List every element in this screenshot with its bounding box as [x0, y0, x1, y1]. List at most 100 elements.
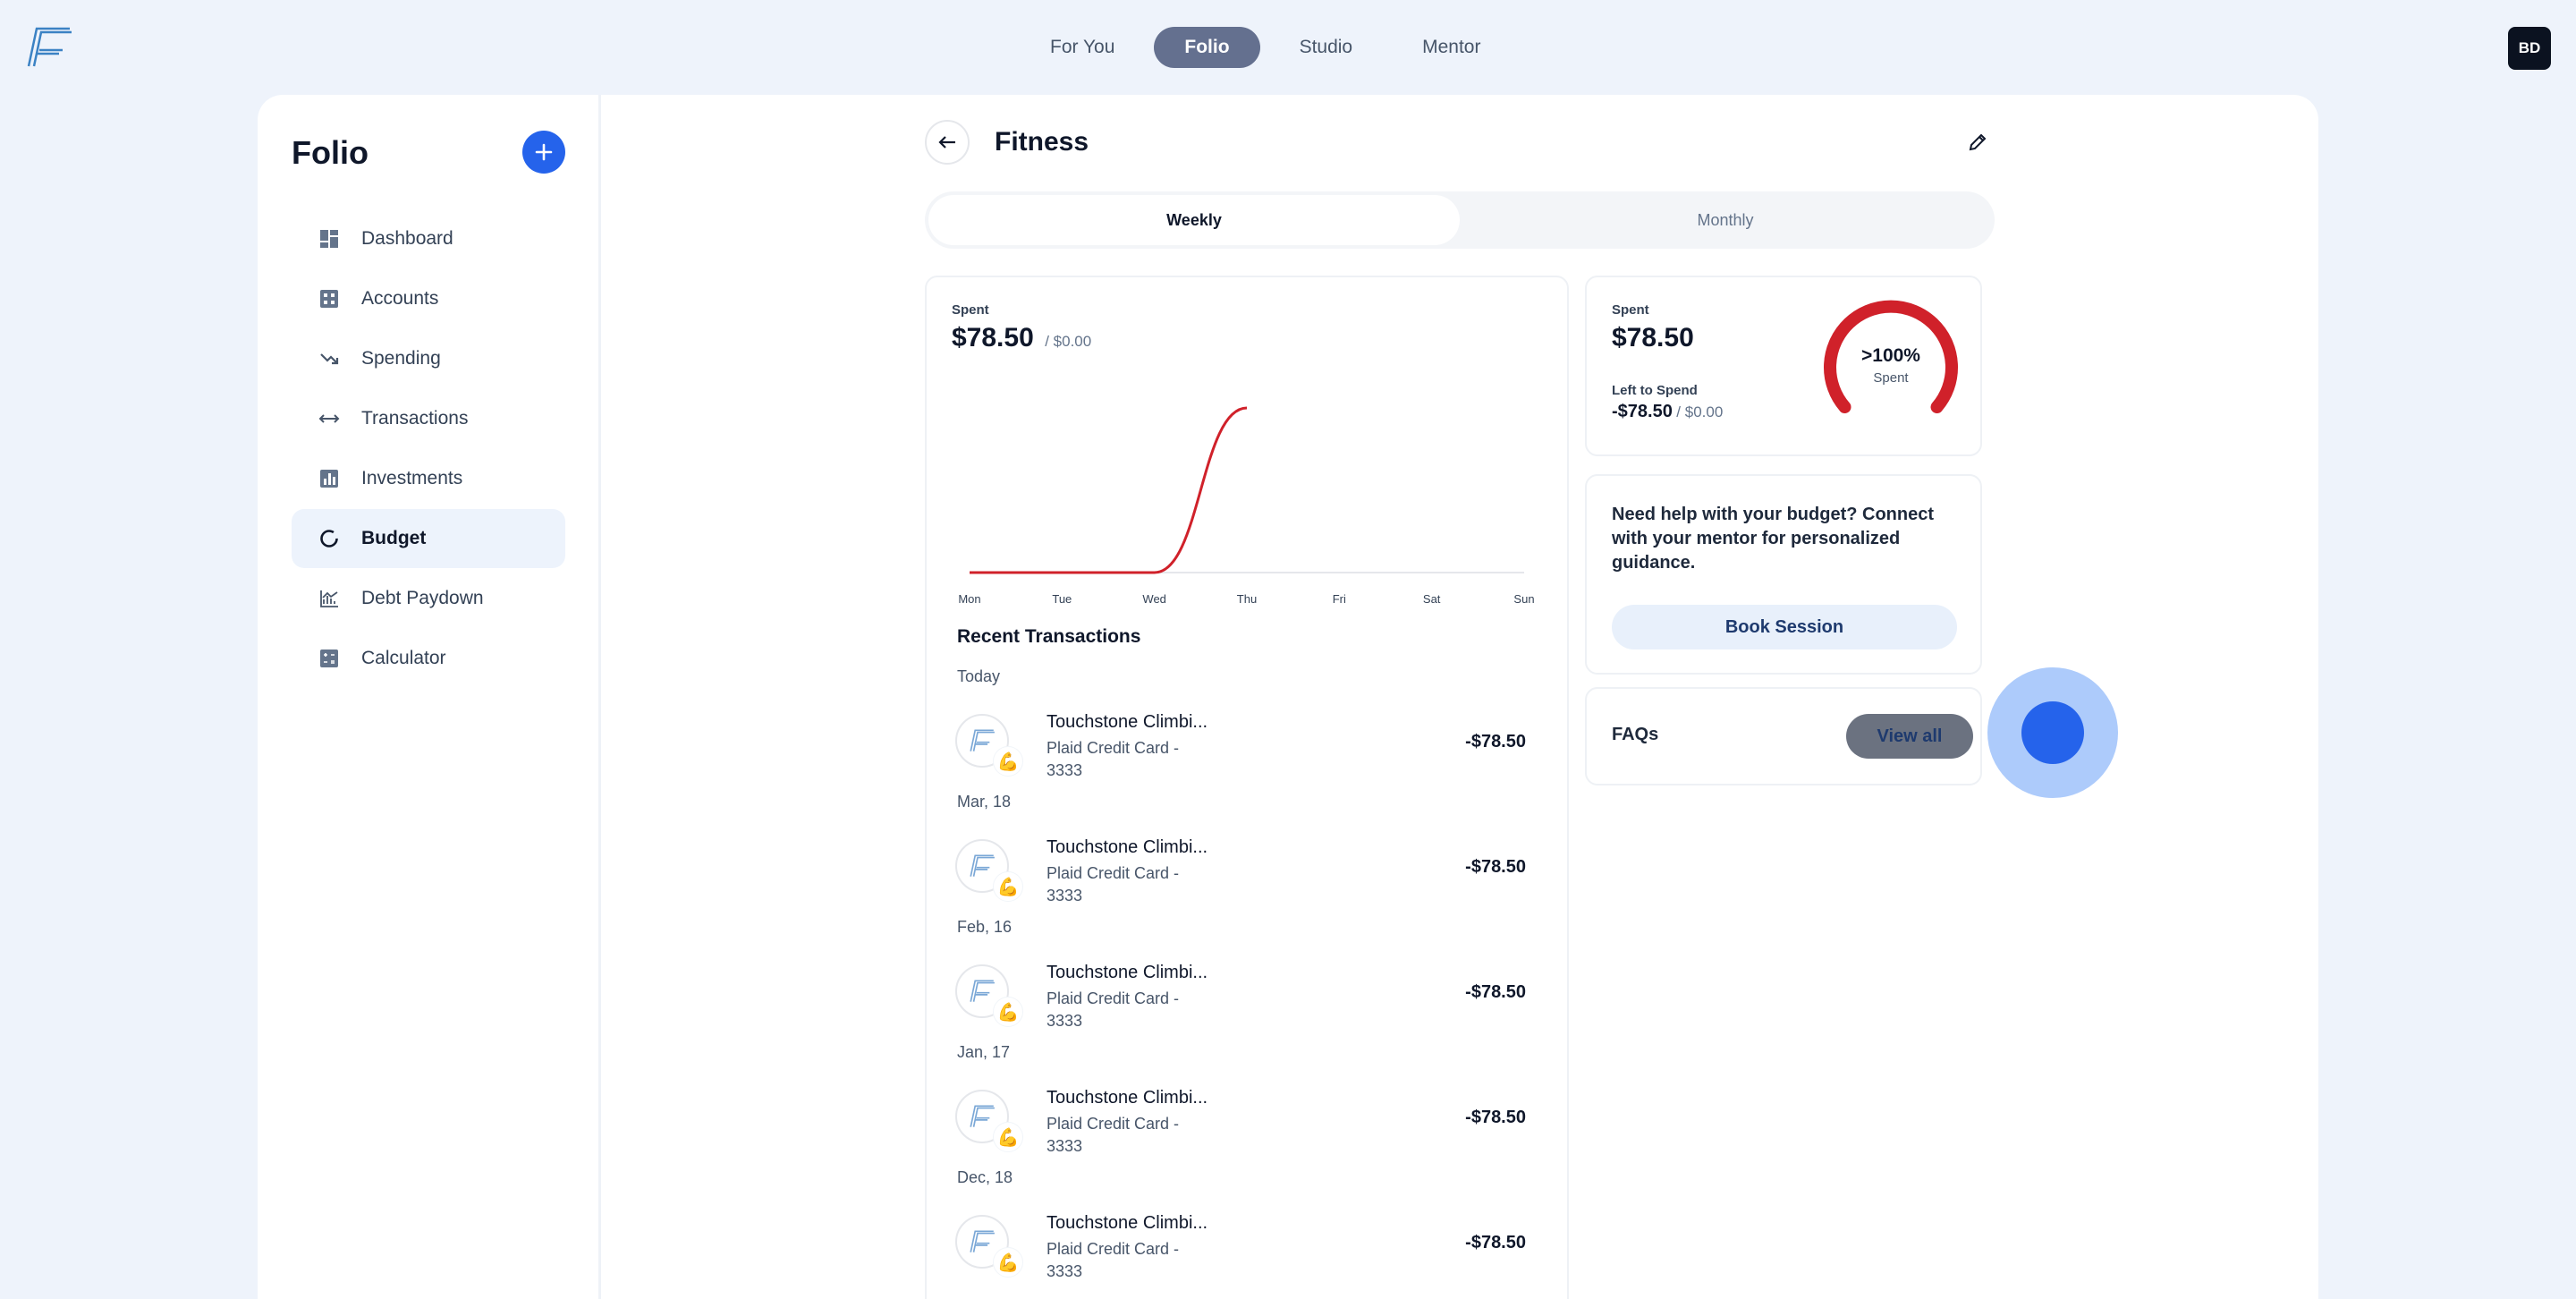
sidebar-item-investments[interactable]: Investments [292, 449, 565, 508]
back-button[interactable] [925, 120, 970, 165]
x-tick-label: Thu [1237, 592, 1257, 606]
transaction-merchant: Touchstone Climbi... [1046, 712, 1208, 732]
line-chart-icon [318, 588, 340, 609]
donut-icon [318, 528, 340, 549]
tab-for-you[interactable]: For You [1020, 27, 1145, 68]
page-title: Fitness [995, 127, 1089, 157]
gauge-spent-label: Spent [1612, 302, 1649, 318]
sidebar-item-label: Budget [361, 528, 427, 548]
pencil-icon [1969, 133, 1987, 151]
transaction-amount: -$78.50 [1465, 982, 1526, 1002]
accounts-icon [318, 288, 340, 310]
mentor-help-card: Need help with your budget? Connect with… [1585, 474, 1982, 675]
top-nav: For You Folio Studio Mentor [1020, 27, 1520, 68]
dashboard-icon [318, 228, 340, 250]
sidebar-nav: Dashboard Accounts Spending Transactions… [292, 209, 565, 689]
add-button[interactable] [522, 131, 565, 174]
bar-chart-icon [318, 468, 340, 489]
transaction-row[interactable]: 💪 Touchstone Climbi... Plaid Credit Card -… [927, 830, 1567, 916]
top-bar: For You Folio Studio Mentor BD [0, 0, 2576, 95]
arrows-horizontal-icon [318, 408, 340, 429]
sidebar-item-label: Dashboard [361, 228, 453, 249]
left-to-spend-budget: / $0.00 [1676, 403, 1724, 420]
sidebar-item-accounts[interactable]: Accounts [292, 269, 565, 328]
category-emoji-icon: 💪 [993, 997, 1023, 1027]
view-all-button[interactable]: View all [1846, 714, 1973, 759]
transaction-date-label: Jan, 17 [957, 1043, 1011, 1061]
sidebar: Folio Dashboard Accounts Spending Transa… [258, 95, 601, 1299]
faq-card: FAQs View all [1585, 687, 1982, 785]
book-session-button[interactable]: Book Session [1612, 605, 1957, 650]
spent-budget: / $0.00 [1045, 333, 1092, 350]
tab-mentor[interactable]: Mentor [1392, 27, 1511, 68]
transaction-amount: -$78.50 [1465, 1108, 1526, 1127]
sidebar-item-spending[interactable]: Spending [292, 329, 565, 388]
period-monthly-option[interactable]: Monthly [1460, 195, 1991, 245]
period-weekly-option[interactable]: Weekly [928, 195, 1460, 245]
x-tick-label: Mon [958, 592, 980, 606]
spending-card: Spent $78.50 / $0.00 Mon Tue Wed Thu Fri Sat S… [925, 276, 1569, 1299]
transaction-merchant: Touchstone Climbi... [1046, 837, 1208, 857]
transaction-amount: -$78.50 [1465, 857, 1526, 877]
transaction-account: Plaid Credit Card - 3333 [1046, 989, 1180, 1030]
sidebar-item-transactions[interactable]: Transactions [292, 389, 565, 448]
left-to-spend-amount: -$78.50 [1612, 402, 1673, 421]
gauge-spent-amount: $78.50 [1612, 323, 1694, 352]
spending-series-line [969, 406, 1248, 574]
trend-down-icon [318, 348, 340, 369]
gauge-percent: >100% [1861, 345, 1920, 366]
x-tick-label: Wed [1142, 592, 1166, 606]
sidebar-item-label: Accounts [361, 288, 439, 309]
spent-label: Spent [952, 302, 989, 318]
plus-icon [535, 143, 553, 161]
category-emoji-icon: 💪 [993, 1122, 1023, 1152]
transaction-date-label: Mar, 18 [957, 793, 1012, 811]
left-to-spend-label: Left to Spend [1612, 383, 1698, 398]
transaction-row[interactable]: 💪 Touchstone Climbi... Plaid Credit Card -… [927, 1081, 1567, 1167]
spent-amount: $78.50 [952, 323, 1034, 352]
transaction-row[interactable]: 💪 Touchstone Climbi... Plaid Credit Card -… [927, 955, 1567, 1041]
x-tick-label: Tue [1052, 592, 1072, 606]
category-emoji-icon: 💪 [993, 1247, 1023, 1278]
transaction-date-label: Feb, 16 [957, 918, 1013, 936]
sidebar-item-calculator[interactable]: Calculator [292, 629, 565, 688]
category-emoji-icon: 💪 [993, 871, 1023, 902]
x-tick-label: Sun [1513, 592, 1534, 606]
edit-button[interactable] [1962, 127, 1993, 157]
tab-studio[interactable]: Studio [1269, 27, 1384, 68]
calculator-icon [318, 648, 340, 669]
sidebar-title: Folio [292, 134, 369, 171]
budget-gauge-card: Spent $78.50 Left to Spend -$78.50 / $0.… [1585, 276, 1982, 456]
arrow-left-icon [938, 136, 955, 149]
transaction-merchant: Touchstone Climbi... [1046, 1088, 1208, 1108]
x-tick-label: Sat [1423, 592, 1441, 606]
transaction-account: Plaid Credit Card - 3333 [1046, 739, 1180, 779]
sidebar-item-debt-paydown[interactable]: Debt Paydown [292, 569, 565, 628]
app-logo-icon[interactable] [25, 25, 73, 70]
sidebar-item-budget[interactable]: Budget [292, 509, 565, 568]
help-text: Need help with your budget? Connect with… [1612, 505, 1934, 573]
transaction-amount: -$78.50 [1465, 1233, 1526, 1252]
transaction-account: Plaid Credit Card - 3333 [1046, 864, 1180, 904]
transaction-merchant: Touchstone Climbi... [1046, 1213, 1208, 1233]
period-toggle: Weekly Monthly [925, 191, 1995, 249]
category-emoji-icon: 💪 [993, 746, 1023, 777]
transaction-merchant: Touchstone Climbi... [1046, 963, 1208, 982]
sidebar-item-label: Debt Paydown [361, 588, 484, 608]
sidebar-item-label: Investments [361, 468, 463, 488]
user-avatar[interactable]: BD [2508, 27, 2551, 70]
sidebar-item-label: Transactions [361, 408, 469, 429]
tab-folio[interactable]: Folio [1154, 27, 1260, 68]
transaction-account: Plaid Credit Card - 3333 [1046, 1240, 1180, 1280]
transaction-amount: -$78.50 [1465, 732, 1526, 751]
cursor-dot [2021, 701, 2084, 764]
transaction-row[interactable]: 💪 Touchstone Climbi... Plaid Credit Card -… [927, 705, 1567, 791]
sidebar-item-label: Spending [361, 348, 441, 369]
transaction-date-label: Dec, 18 [957, 1168, 1013, 1186]
spending-line-chart: Mon Tue Wed Thu Fri Sat Sun [958, 406, 1535, 606]
transactions-list: Today 💪 Touchstone Climbi... Plaid Credit C… [927, 666, 1567, 1292]
sidebar-item-dashboard[interactable]: Dashboard [292, 209, 565, 268]
transaction-account: Plaid Credit Card - 3333 [1046, 1115, 1180, 1155]
transaction-row[interactable]: 💪 Touchstone Climbi... Plaid Credit Card -… [927, 1206, 1567, 1292]
recent-transactions-title: Recent Transactions [957, 626, 1141, 647]
